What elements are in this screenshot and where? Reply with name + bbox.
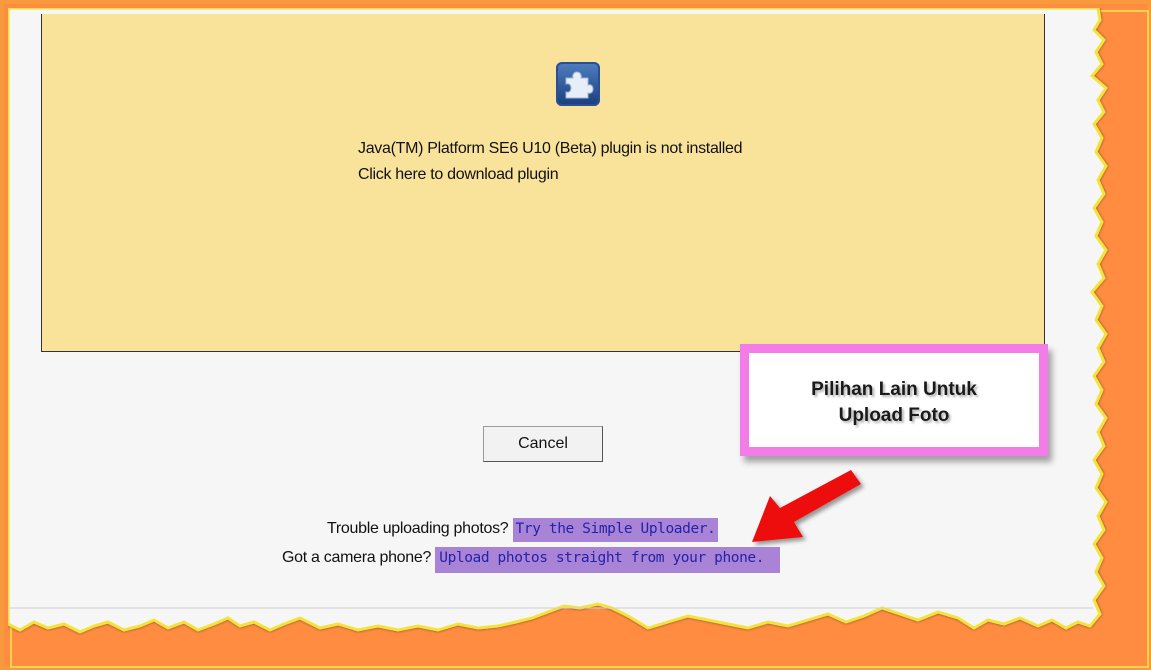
trouble-uploading-text: Trouble uploading photos? [327, 520, 509, 537]
callout-text: Pilihan Lain Untuk Upload Foto [749, 377, 1039, 429]
simple-uploader-link[interactable]: Try the Simple Uploader. [512, 518, 719, 542]
download-plugin-link[interactable]: Click here to download plugin [358, 162, 742, 188]
plugin-not-installed-text: Java(TM) Platform SE6 U10 (Beta) plugin … [358, 140, 743, 157]
upload-from-phone-link[interactable]: Upload photos straight from your phone. [435, 547, 781, 573]
callout-box: Pilihan Lain Untuk Upload Foto [740, 344, 1048, 456]
plugin-placeholder-box[interactable]: Java(TM) Platform SE6 U10 (Beta) plugin … [41, 14, 1045, 352]
red-arrow-icon [752, 470, 861, 542]
trouble-uploading-line: Trouble uploading photos? Try the Simple… [327, 518, 719, 542]
plugin-message: Java(TM) Platform SE6 U10 (Beta) plugin … [358, 136, 743, 188]
callout-line-2: Upload Foto [838, 405, 950, 426]
cancel-button[interactable]: Cancel [483, 426, 603, 462]
camera-phone-line: Got a camera phone? Upload photos straig… [282, 547, 781, 573]
puzzle-piece-icon[interactable] [556, 62, 600, 106]
camera-phone-text: Got a camera phone? [282, 549, 432, 566]
callout-line-1: Pilihan Lain Untuk [811, 379, 977, 400]
